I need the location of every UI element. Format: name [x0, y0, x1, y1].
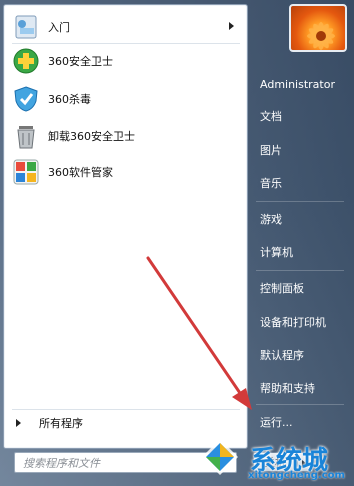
right-item-computer[interactable]: 计算机 — [252, 239, 348, 265]
right-item-label: 运行... — [260, 416, 293, 429]
program-item-360-software-manager[interactable]: 360软件管家 — [10, 156, 242, 188]
separator — [256, 404, 344, 405]
user-avatar[interactable] — [289, 4, 347, 52]
program-item-360-antivirus[interactable]: 360杀毒 — [10, 83, 242, 115]
program-item-360-safe[interactable]: 360安全卫士 — [10, 45, 242, 77]
360-antivirus-icon — [12, 85, 40, 113]
right-item-devices-printers[interactable]: 设备和打印机 — [252, 309, 348, 335]
right-item-run[interactable]: 运行... — [252, 409, 348, 435]
right-item-label: 计算机 — [260, 246, 293, 259]
expand-arrow-icon — [16, 419, 21, 427]
program-label: 卸载360安全卫士 — [48, 130, 135, 143]
submenu-arrow-icon — [229, 22, 234, 30]
right-item-label: 帮助和支持 — [260, 382, 315, 395]
program-label: 360软件管家 — [48, 166, 113, 179]
flower-avatar-icon — [307, 22, 335, 50]
right-item-label: 游戏 — [260, 213, 282, 226]
right-item-label: 控制面板 — [260, 282, 304, 295]
right-item-control-panel[interactable]: 控制面板 — [252, 275, 348, 301]
right-item-pictures[interactable]: 图片 — [252, 137, 348, 163]
right-item-music[interactable]: 音乐 — [252, 170, 348, 196]
program-item-uninstall-360[interactable]: 卸载360安全卫士 — [10, 120, 242, 152]
separator — [256, 270, 344, 271]
watermark-logo-icon — [202, 439, 238, 475]
right-item-label: 音乐 — [260, 177, 282, 190]
uninstall-360-icon — [12, 122, 40, 150]
programs-pane: 入门 360安全卫士 360杀毒 卸载360安全卫士 360软件管家 — [3, 4, 248, 449]
getting-started-icon — [12, 13, 40, 41]
360-software-manager-icon — [12, 158, 40, 186]
search-placeholder: 搜索程序和文件 — [23, 456, 100, 470]
right-item-help-support[interactable]: 帮助和支持 — [252, 375, 348, 401]
right-item-user[interactable]: Administrator — [252, 71, 348, 97]
right-item-label: 设备和打印机 — [260, 316, 326, 329]
program-label: 360杀毒 — [48, 93, 91, 106]
all-programs-button[interactable]: 所有程序 — [10, 413, 236, 433]
program-item-getting-started[interactable]: 入门 — [10, 11, 242, 43]
right-item-games[interactable]: 游戏 — [252, 206, 348, 232]
separator — [256, 201, 344, 202]
user-name: Administrator — [260, 77, 335, 91]
right-item-label: 文档 — [260, 110, 282, 123]
watermark-url: xitongcheng.com — [248, 470, 345, 481]
program-label: 入门 — [48, 21, 70, 34]
all-programs-label: 所有程序 — [39, 417, 83, 430]
divider — [12, 409, 240, 410]
right-item-label: 默认程序 — [260, 349, 304, 362]
right-item-documents[interactable]: 文档 — [252, 103, 348, 129]
right-item-default-programs[interactable]: 默认程序 — [252, 342, 348, 368]
360-safe-guard-icon — [12, 47, 40, 75]
divider — [12, 43, 240, 44]
right-item-label: 图片 — [260, 144, 282, 157]
program-label: 360安全卫士 — [48, 55, 113, 68]
